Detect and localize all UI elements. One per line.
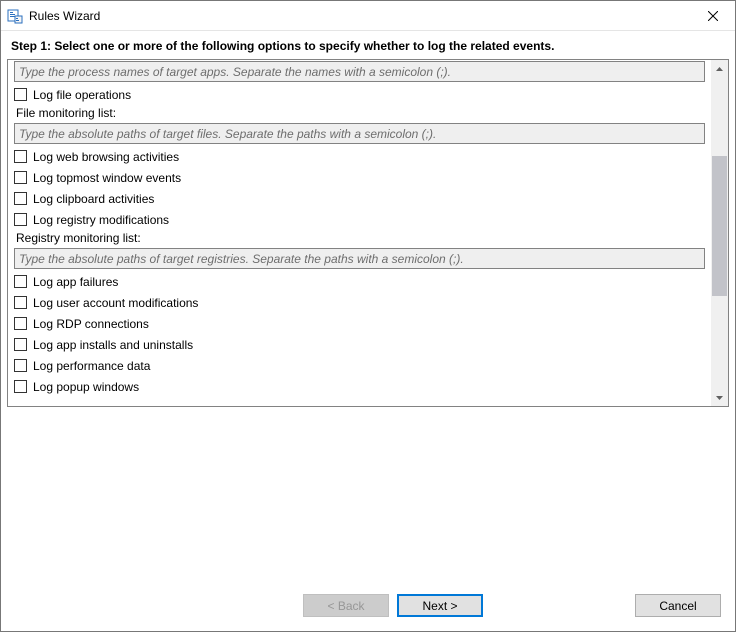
close-icon: [708, 11, 718, 21]
process-names-input[interactable]: [14, 61, 705, 82]
label-log-app-failures: Log app failures: [33, 275, 118, 289]
checkbox-log-clipboard[interactable]: [14, 192, 27, 205]
registry-monitoring-input[interactable]: [14, 248, 705, 269]
registry-monitoring-label: Registry monitoring list:: [8, 230, 711, 248]
checkbox-log-user-account[interactable]: [14, 296, 27, 309]
checkbox-log-file-operations[interactable]: [14, 88, 27, 101]
label-log-topmost: Log topmost window events: [33, 171, 181, 185]
titlebar: Rules Wizard: [1, 1, 735, 31]
next-button[interactable]: Next >: [397, 594, 483, 617]
label-log-file-operations: Log file operations: [33, 88, 131, 102]
window-title: Rules Wizard: [29, 9, 100, 23]
scroll-down-button[interactable]: [711, 389, 728, 406]
wizard-buttons: < Back Next > Cancel: [1, 594, 735, 617]
chevron-down-icon: [716, 396, 723, 400]
label-log-user-account: Log user account modifications: [33, 296, 198, 310]
options-panel: Log file operations File monitoring list…: [7, 59, 729, 407]
checkbox-log-perf[interactable]: [14, 359, 27, 372]
step-heading: Step 1: Select one or more of the follow…: [1, 31, 735, 59]
chevron-up-icon: [716, 67, 723, 71]
checkbox-log-app-failures[interactable]: [14, 275, 27, 288]
file-monitoring-input[interactable]: [14, 123, 705, 144]
file-monitoring-label: File monitoring list:: [8, 105, 711, 123]
cancel-button[interactable]: Cancel: [635, 594, 721, 617]
back-button: < Back: [303, 594, 389, 617]
checkbox-log-registry[interactable]: [14, 213, 27, 226]
checkbox-log-rdp[interactable]: [14, 317, 27, 330]
label-log-rdp: Log RDP connections: [33, 317, 149, 331]
checkbox-log-topmost[interactable]: [14, 171, 27, 184]
label-log-popup: Log popup windows: [33, 380, 139, 394]
label-log-perf: Log performance data: [33, 359, 150, 373]
label-log-clipboard: Log clipboard activities: [33, 192, 154, 206]
label-log-web: Log web browsing activities: [33, 150, 179, 164]
checkbox-log-web[interactable]: [14, 150, 27, 163]
checkbox-log-popup[interactable]: [14, 380, 27, 393]
vertical-scrollbar[interactable]: [711, 60, 728, 406]
scroll-up-button[interactable]: [711, 60, 728, 77]
scroll-thumb[interactable]: [712, 156, 727, 296]
label-log-registry: Log registry modifications: [33, 213, 169, 227]
label-log-installs: Log app installs and uninstalls: [33, 338, 193, 352]
wizard-window: Rules Wizard Step 1: Select one or more …: [0, 0, 736, 632]
close-button[interactable]: [690, 1, 735, 30]
options-list: Log file operations File monitoring list…: [8, 60, 711, 406]
app-icon: [7, 8, 23, 24]
checkbox-log-installs[interactable]: [14, 338, 27, 351]
